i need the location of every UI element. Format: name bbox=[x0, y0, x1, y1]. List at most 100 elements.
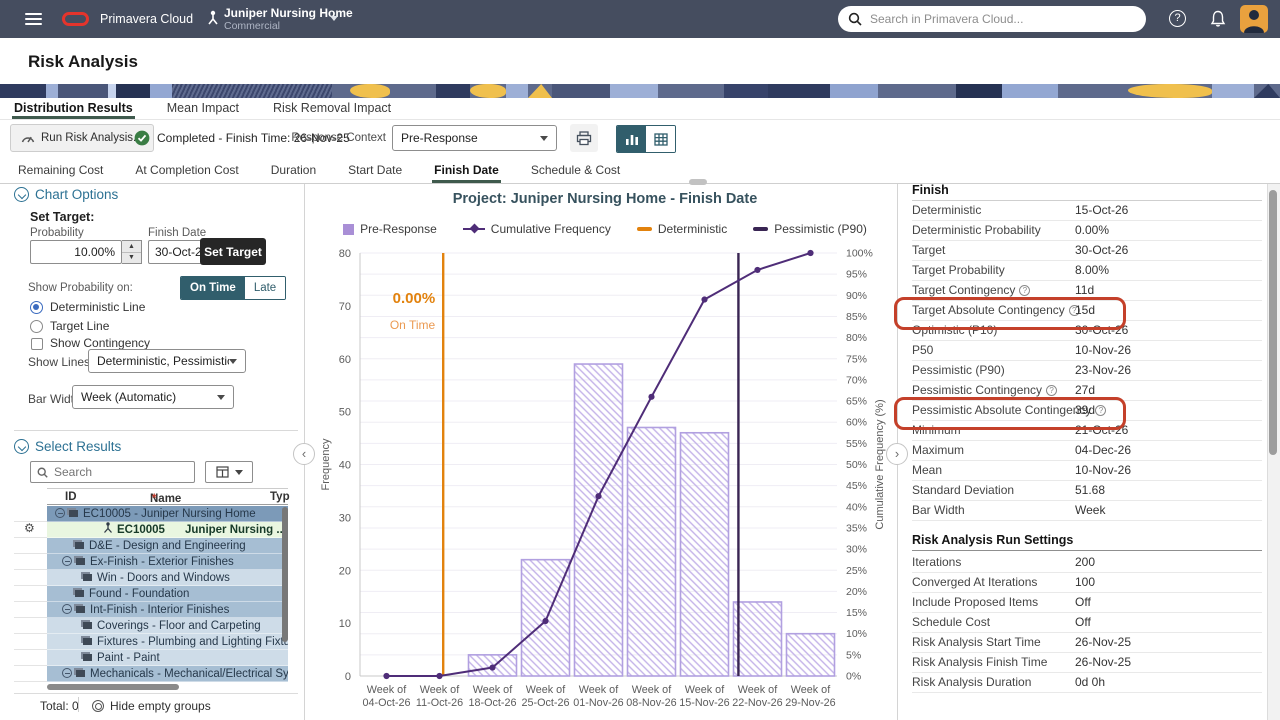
search-input[interactable] bbox=[870, 12, 1120, 26]
search-icon bbox=[37, 467, 48, 478]
collapse-minus-icon[interactable] bbox=[62, 604, 72, 614]
stat-label: Maximum bbox=[912, 443, 964, 457]
banner-shape bbox=[436, 84, 470, 98]
print-button[interactable] bbox=[570, 124, 598, 152]
finish-row: Target Absolute Contingency?15d bbox=[912, 301, 1262, 321]
svg-text:Week of: Week of bbox=[579, 684, 619, 696]
tree-row[interactable]: EC10005 - Juniper Nursing Home bbox=[47, 506, 288, 522]
tab-distribution-results[interactable]: Distribution Results bbox=[12, 98, 135, 119]
results-search-input[interactable] bbox=[48, 465, 194, 479]
hamburger-menu-icon[interactable] bbox=[25, 13, 42, 25]
tree-row[interactable]: Win - Doors and Windows bbox=[47, 570, 288, 586]
stat-value: 39d bbox=[1075, 401, 1095, 420]
svg-text:Frequency: Frequency bbox=[320, 438, 332, 490]
page-scrollbar-thumb[interactable] bbox=[1269, 190, 1277, 455]
stat-label: Optimistic (P10) bbox=[912, 323, 997, 337]
subtab-schedule-cost[interactable]: Schedule & Cost bbox=[529, 158, 622, 183]
grid-view-button[interactable] bbox=[646, 126, 675, 152]
grid-options-button[interactable] bbox=[205, 461, 253, 483]
tree-row[interactable]: EC10005Juniper Nursing ... bbox=[47, 522, 288, 538]
tree-row[interactable]: Mechanicals - Mechanical/Electrical Syst… bbox=[47, 666, 288, 682]
show-lines-select[interactable]: Deterministic, Pessimistic (... bbox=[88, 349, 246, 373]
oracle-logo[interactable] bbox=[62, 12, 89, 26]
stat-label: Converged At Iterations bbox=[912, 575, 1037, 589]
banner-shape bbox=[1058, 84, 1128, 98]
help-icon[interactable]: ? bbox=[1169, 10, 1186, 27]
bar-width-select[interactable]: Week (Automatic) bbox=[72, 385, 234, 409]
collapse-chevron-icon[interactable] bbox=[14, 187, 29, 202]
subtab-duration[interactable]: Duration bbox=[269, 158, 318, 183]
stepper-up-button[interactable]: ▲ bbox=[122, 241, 141, 253]
hide-empty-groups-toggle[interactable]: Hide empty groups bbox=[110, 699, 211, 713]
global-search[interactable] bbox=[838, 6, 1146, 32]
banner-shape bbox=[390, 84, 436, 98]
tree-row[interactable]: Coverings - Floor and Carpeting bbox=[47, 618, 288, 634]
svg-text:50: 50 bbox=[339, 407, 351, 419]
run-risk-analysis-button[interactable]: Run Risk Analysis... bbox=[10, 124, 154, 152]
tree-row[interactable]: Fixtures - Plumbing and Lighting Fixture bbox=[47, 634, 288, 650]
tree-vertical-scrollbar[interactable] bbox=[282, 507, 288, 642]
row-name: Juniper Nursing ... bbox=[185, 522, 286, 538]
show-contingency-checkbox[interactable] bbox=[31, 338, 43, 350]
tab-risk-removal-impact[interactable]: Risk Removal Impact bbox=[271, 98, 393, 119]
collapse-minus-icon[interactable] bbox=[62, 556, 72, 566]
info-icon[interactable]: ? bbox=[1046, 385, 1057, 396]
top-navbar: Primavera Cloud Juniper Nursing Home Com… bbox=[0, 0, 1280, 38]
svg-text:0%: 0% bbox=[846, 671, 861, 683]
collapse-right-panel-button[interactable]: › bbox=[886, 443, 908, 465]
row-label: Found - Foundation bbox=[89, 588, 189, 600]
info-icon[interactable]: ? bbox=[1019, 285, 1030, 296]
subtab-start-date[interactable]: Start Date bbox=[346, 158, 404, 183]
tab-mean-impact[interactable]: Mean Impact bbox=[165, 98, 241, 119]
toggle-on-time[interactable]: On Time bbox=[181, 277, 245, 299]
subtab-remaining-cost[interactable]: Remaining Cost bbox=[16, 158, 105, 183]
collapse-minus-icon[interactable] bbox=[55, 508, 65, 518]
set-target-button[interactable]: Set Target bbox=[200, 238, 266, 265]
banner-shape bbox=[332, 84, 350, 98]
stepper-down-button[interactable]: ▼ bbox=[122, 253, 141, 264]
svg-text:Week of: Week of bbox=[367, 684, 407, 696]
column-header-type[interactable]: Typ bbox=[270, 491, 290, 503]
toggle-late[interactable]: Late bbox=[245, 277, 285, 299]
collapse-chevron-icon[interactable] bbox=[14, 439, 29, 454]
svg-text:20%: 20% bbox=[846, 586, 867, 598]
bell-icon[interactable] bbox=[1210, 10, 1226, 28]
chart-view-button[interactable] bbox=[617, 126, 646, 152]
select-results-header[interactable]: Select Results bbox=[14, 439, 121, 454]
chevron-down-icon[interactable] bbox=[330, 16, 338, 21]
chart-options-header[interactable]: Chart Options bbox=[14, 187, 118, 202]
collapse-left-panel-button[interactable]: ‹ bbox=[293, 443, 315, 465]
subtab-at-completion-cost[interactable]: At Completion Cost bbox=[133, 158, 240, 183]
tree-row[interactable]: Found - Foundation bbox=[47, 586, 288, 602]
banner-shape bbox=[1212, 84, 1254, 98]
user-avatar[interactable] bbox=[1240, 5, 1268, 33]
probability-input-box bbox=[30, 240, 122, 264]
results-search-box bbox=[30, 461, 195, 483]
subtab-finish-date[interactable]: Finish Date bbox=[432, 158, 501, 183]
stat-label: Pessimistic (P90) bbox=[912, 363, 1005, 377]
folder-icon bbox=[76, 558, 85, 565]
tree-row[interactable]: Int-Finish - Interior Finishes bbox=[47, 602, 288, 618]
show-contingency-label: Show Contingency bbox=[50, 336, 150, 350]
banner-shape bbox=[1002, 84, 1058, 98]
gear-icon[interactable]: ⚙ bbox=[24, 521, 35, 536]
svg-text:75%: 75% bbox=[846, 353, 867, 365]
collapse-minus-icon[interactable] bbox=[62, 668, 72, 678]
tree-row[interactable]: Ex-Finish - Exterior Finishes bbox=[47, 554, 288, 570]
tree-row[interactable]: Paint - Paint bbox=[47, 650, 288, 666]
stat-value: 04-Dec-26 bbox=[1075, 441, 1131, 460]
deterministic-line-radio[interactable] bbox=[30, 301, 43, 314]
tree-horizontal-scrollbar[interactable] bbox=[47, 684, 179, 690]
column-header-id[interactable]: ID bbox=[65, 491, 77, 503]
response-context-select[interactable]: Pre-Response bbox=[392, 125, 557, 151]
hide-empty-groups-icon[interactable] bbox=[92, 700, 104, 712]
target-line-radio[interactable] bbox=[30, 320, 43, 333]
tree-row[interactable]: D&E - Design and Engineering bbox=[47, 538, 288, 554]
metric-tabs: Remaining Cost At Completion Cost Duration… bbox=[0, 158, 1280, 184]
on-time-late-toggle: On Time Late bbox=[180, 276, 286, 300]
svg-text:04-Oct-26: 04-Oct-26 bbox=[362, 697, 410, 709]
probability-input[interactable] bbox=[31, 245, 121, 259]
row-label: Int-Finish - Interior Finishes bbox=[90, 604, 229, 616]
info-icon[interactable]: ? bbox=[1095, 405, 1106, 416]
response-context-value: Pre-Response bbox=[401, 131, 478, 145]
